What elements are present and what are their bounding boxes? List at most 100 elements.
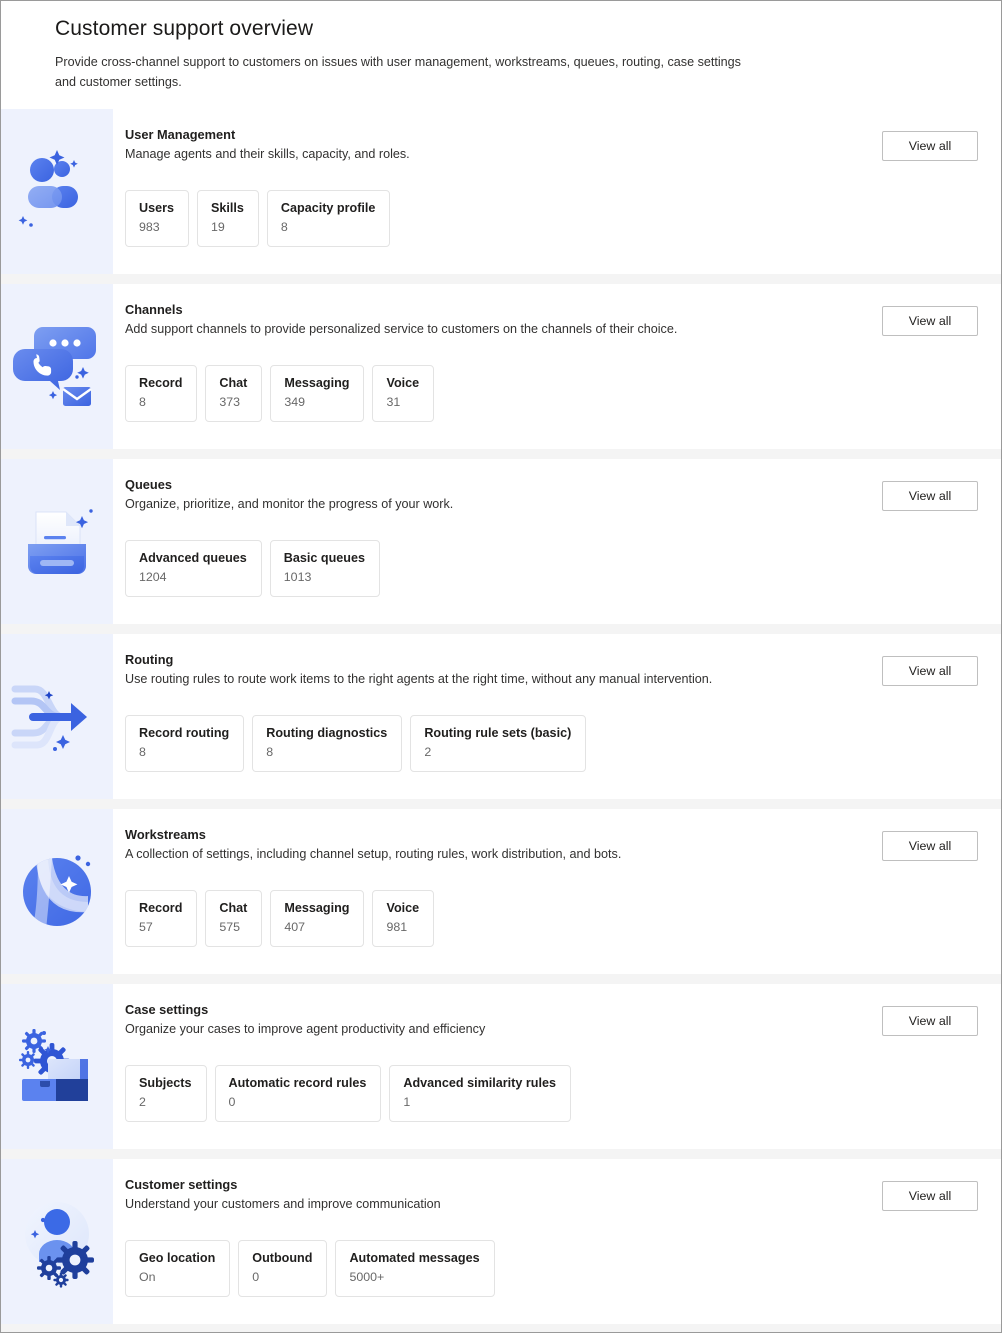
card-texts: Case settings Organize your cases to impr… [125, 1002, 882, 1038]
stat-tile-row: Advanced queues 1204 Basic queues 1013 [125, 540, 985, 597]
stat-label: Voice [386, 901, 420, 915]
stat-value: 8 [266, 745, 274, 759]
card-description: Add support channels to provide personal… [125, 322, 678, 336]
view-all-button[interactable]: View all [882, 306, 978, 336]
stat-value: 373 [219, 395, 241, 409]
stat-tile[interactable]: Automatic record rules 0 [214, 1065, 382, 1122]
stat-value: 31 [386, 395, 401, 409]
stat-tile[interactable]: Record 57 [125, 890, 198, 947]
page-title: Customer support overview [55, 17, 314, 40]
stat-label: Geo location [139, 1251, 216, 1265]
stat-tile-row: Record 8 Chat 373 Messaging 349 Voice 31 [125, 365, 985, 422]
card-title: User Management [125, 127, 236, 142]
view-all-button[interactable]: View all [882, 481, 978, 511]
stat-label: Advanced queues [139, 551, 247, 565]
stat-value: 8 [280, 220, 288, 234]
card-heading-row: Channels Add support channels to provide … [125, 302, 985, 338]
card-heading-row: Routing Use routing rules to route work i… [125, 652, 985, 688]
overview-card-workstreams: Workstreams A collection of settings, inc… [1, 809, 1001, 974]
stat-value: 8 [139, 395, 146, 409]
view-all-button[interactable]: View all [882, 656, 978, 686]
stat-tile-row: Users 983 Skills 19 Capacity profile 8 [125, 190, 985, 247]
stat-tile[interactable]: Chat 373 [205, 365, 263, 422]
stat-tile[interactable]: Advanced similarity rules 1 [389, 1065, 571, 1122]
stat-tile[interactable]: Routing diagnostics 8 [252, 715, 403, 772]
routing-arrow-icon [1, 634, 113, 799]
card-texts: User Management Manage agents and their s… [125, 127, 882, 163]
stat-label: Basic queues [283, 551, 365, 565]
stat-value: 575 [219, 920, 241, 934]
card-description: Organize your cases to improve agent pro… [125, 1022, 486, 1036]
card-description: A collection of settings, including chan… [125, 847, 622, 861]
document-tray-icon [1, 459, 113, 624]
card-body: Workstreams A collection of settings, inc… [113, 809, 1001, 974]
card-heading-row: Customer settings Understand your custome… [125, 1177, 985, 1213]
stat-tile[interactable]: Voice 981 [372, 890, 435, 947]
stat-label: Chat [219, 376, 248, 390]
stat-value: 0 [228, 1095, 236, 1109]
stat-tile-row: Subjects 2 Automatic record rules 0 Advanced… [125, 1065, 985, 1122]
overview-card-customer-settings: Customer settings Understand your custome… [1, 1159, 1001, 1324]
stat-tile[interactable]: Advanced queues 1204 [125, 540, 262, 597]
stat-label: Messaging [284, 376, 350, 390]
stat-label: Record [139, 376, 183, 390]
stat-label: Routing diagnostics [266, 726, 388, 740]
briefcase-gears-icon [1, 984, 113, 1149]
stat-tile[interactable]: Record 8 [125, 365, 198, 422]
stat-value: 1 [403, 1095, 411, 1109]
stat-tile[interactable]: Geo location On [125, 1240, 231, 1297]
view-all-button[interactable]: View all [882, 831, 978, 861]
card-texts: Workstreams A collection of settings, inc… [125, 827, 882, 863]
stat-tile[interactable]: Outbound 0 [238, 1240, 328, 1297]
people-icon [1, 109, 113, 274]
view-all-button[interactable]: View all [882, 131, 978, 161]
card-body: User Management Manage agents and their s… [113, 109, 1001, 274]
card-title: Routing [125, 652, 174, 667]
stat-tile[interactable]: Routing rule sets (basic) 2 [410, 715, 587, 772]
card-heading-row: Case settings Organize your cases to impr… [125, 1002, 985, 1038]
stat-tile[interactable]: Skills 19 [197, 190, 259, 247]
view-all-button[interactable]: View all [882, 1181, 978, 1211]
card-description: Use routing rules to route work items to… [125, 672, 713, 686]
stat-label: Routing rule sets (basic) [424, 726, 572, 740]
card-title: Queues [125, 477, 172, 492]
stat-tile[interactable]: Messaging 407 [270, 890, 365, 947]
stat-tile[interactable]: Capacity profile 8 [266, 190, 391, 247]
stat-value: 2 [139, 1095, 146, 1109]
stat-tile[interactable]: Subjects 2 [125, 1065, 207, 1122]
card-description: Organize, prioritize, and monitor the pr… [125, 497, 454, 511]
view-all-button[interactable]: View all [882, 1006, 978, 1036]
overview-card-channels: Channels Add support channels to provide … [1, 284, 1001, 449]
card-description: Manage agents and their skills, capacity… [125, 147, 410, 161]
page-subtitle: Provide cross-channel support to custome… [55, 55, 741, 89]
chat-phone-mail-icon [1, 284, 113, 449]
stat-tile[interactable]: Users 983 [125, 190, 190, 247]
stat-label: Capacity profile [280, 201, 376, 215]
card-body: Queues Organize, prioritize, and monitor … [113, 459, 1001, 624]
stat-tile-row: Geo location On Outbound 0 Automated message… [125, 1240, 985, 1297]
stat-label: Automatic record rules [228, 1076, 367, 1090]
stat-value: 349 [284, 395, 306, 409]
stat-label: Chat [219, 901, 248, 915]
stat-tile[interactable]: Chat 575 [205, 890, 263, 947]
card-body: Routing Use routing rules to route work i… [113, 634, 1001, 799]
stat-tile[interactable]: Record routing 8 [125, 715, 245, 772]
card-body: Channels Add support channels to provide … [113, 284, 1001, 449]
stat-tile[interactable]: Basic queues 1013 [269, 540, 380, 597]
overview-card-case-settings: Case settings Organize your cases to impr… [1, 984, 1001, 1149]
stat-tile[interactable]: Messaging 349 [270, 365, 365, 422]
stat-tile-row: Record routing 8 Routing diagnostics 8 Routi… [125, 715, 985, 772]
overview-card-user-management: User Management Manage agents and their s… [1, 109, 1001, 274]
card-title: Customer settings [125, 1177, 238, 1192]
card-title: Case settings [125, 1002, 209, 1017]
stat-value: 19 [211, 220, 225, 234]
stat-label: Record routing [139, 726, 230, 740]
stat-value: 1013 [283, 570, 312, 584]
card-description: Understand your customers and improve co… [125, 1197, 441, 1211]
stat-tile[interactable]: Automated messages 5000+ [335, 1240, 495, 1297]
stat-value: 983 [139, 220, 160, 234]
stat-label: Record [139, 901, 183, 915]
stat-label: Automated messages [349, 1251, 480, 1265]
stat-value: On [139, 1270, 156, 1284]
stat-tile[interactable]: Voice 31 [372, 365, 435, 422]
